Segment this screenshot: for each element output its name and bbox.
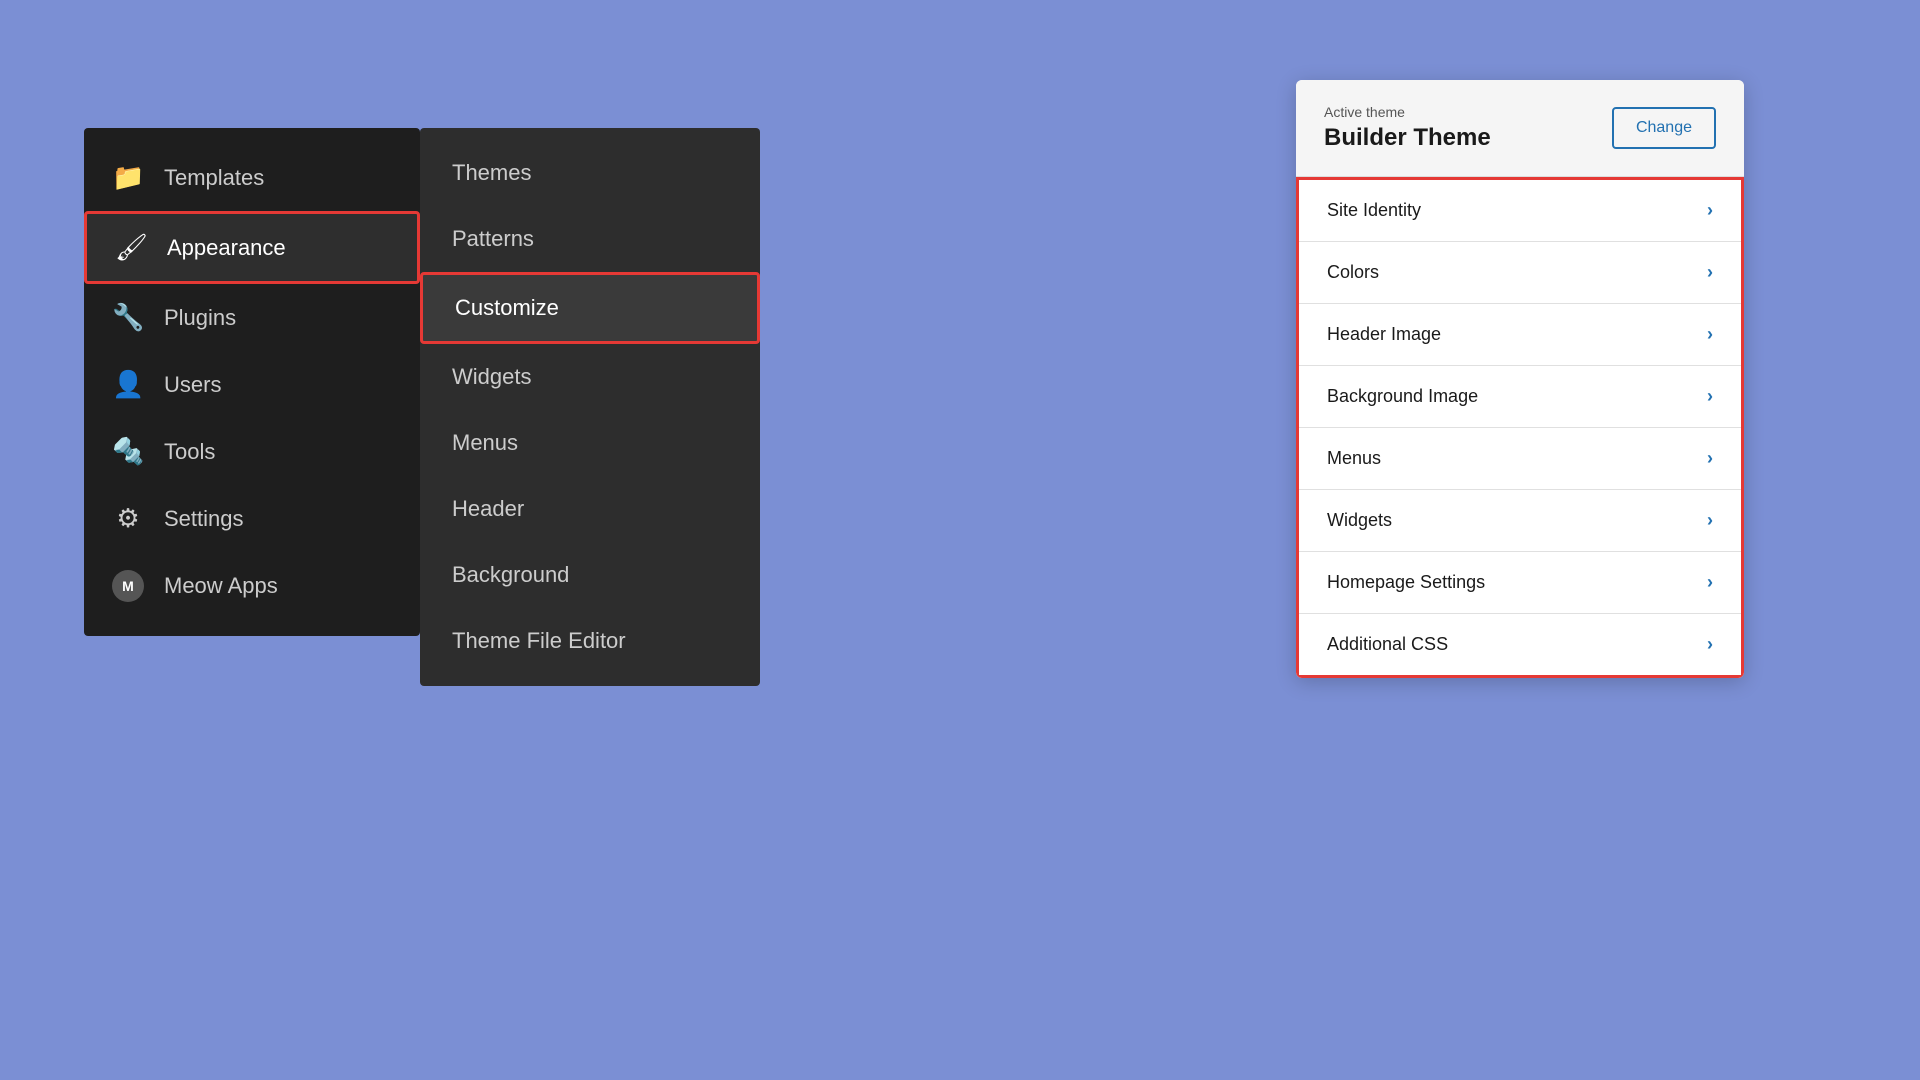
sidebar-label-users: Users — [164, 372, 221, 398]
customize-item-additional-css[interactable]: Additional CSS › — [1299, 614, 1741, 675]
sidebar-item-tools[interactable]: 🔩 Tools — [84, 418, 420, 485]
sidebar: 📁 Templates 🖌 Appearance 🔧 Plugins 👤 Use… — [84, 128, 420, 636]
submenu-label-theme-file-editor: Theme File Editor — [452, 628, 626, 653]
customize-item-homepage-settings[interactable]: Homepage Settings › — [1299, 552, 1741, 614]
active-theme-text: Active theme Builder Theme — [1324, 104, 1491, 152]
templates-icon: 📁 — [112, 162, 144, 193]
sidebar-label-meow-apps: Meow Apps — [164, 573, 278, 599]
sidebar-label-tools: Tools — [164, 439, 215, 465]
appearance-submenu: Themes Patterns Customize Widgets Menus … — [420, 128, 760, 686]
customize-label-colors: Colors — [1327, 262, 1379, 283]
active-theme-section: Active theme Builder Theme Change — [1296, 80, 1744, 177]
customize-label-additional-css: Additional CSS — [1327, 634, 1448, 655]
chevron-right-icon: › — [1707, 324, 1713, 345]
sidebar-item-settings[interactable]: ⚙ Settings — [84, 485, 420, 552]
sidebar-label-appearance: Appearance — [167, 235, 286, 261]
customize-label-widgets: Widgets — [1327, 510, 1392, 531]
submenu-label-patterns: Patterns — [452, 226, 534, 251]
users-icon: 👤 — [112, 369, 144, 400]
active-theme-label: Active theme — [1324, 104, 1491, 120]
submenu-item-background[interactable]: Background — [420, 542, 760, 608]
chevron-right-icon: › — [1707, 572, 1713, 593]
change-theme-button[interactable]: Change — [1612, 107, 1716, 149]
theme-name: Builder Theme — [1324, 124, 1491, 152]
customize-item-widgets[interactable]: Widgets › — [1299, 490, 1741, 552]
customize-item-colors[interactable]: Colors › — [1299, 242, 1741, 304]
submenu-label-header: Header — [452, 496, 524, 521]
customize-item-header-image[interactable]: Header Image › — [1299, 304, 1741, 366]
customize-item-menus[interactable]: Menus › — [1299, 428, 1741, 490]
customize-item-site-identity[interactable]: Site Identity › — [1299, 180, 1741, 242]
sidebar-label-settings: Settings — [164, 506, 244, 532]
submenu-label-customize: Customize — [455, 295, 559, 320]
sidebar-item-users[interactable]: 👤 Users — [84, 351, 420, 418]
submenu-item-menus[interactable]: Menus — [420, 410, 760, 476]
sidebar-item-templates[interactable]: 📁 Templates — [84, 144, 420, 211]
sidebar-label-templates: Templates — [164, 165, 264, 191]
chevron-right-icon: › — [1707, 262, 1713, 283]
tools-icon: 🔩 — [112, 436, 144, 467]
sidebar-item-meow-apps[interactable]: M Meow Apps — [84, 552, 420, 620]
customize-list: Site Identity › Colors › Header Image › … — [1296, 177, 1744, 678]
submenu-item-customize[interactable]: Customize — [420, 272, 760, 344]
chevron-right-icon: › — [1707, 448, 1713, 469]
customize-label-site-identity: Site Identity — [1327, 200, 1421, 221]
submenu-item-themes[interactable]: Themes — [420, 140, 760, 206]
appearance-icon: 🖌 — [115, 232, 147, 263]
submenu-label-menus: Menus — [452, 430, 518, 455]
settings-icon: ⚙ — [112, 503, 144, 534]
meow-apps-icon: M — [112, 570, 144, 602]
customize-label-menus: Menus — [1327, 448, 1381, 469]
submenu-label-themes: Themes — [452, 160, 531, 185]
submenu-label-background: Background — [452, 562, 569, 587]
chevron-right-icon: › — [1707, 634, 1713, 655]
sidebar-label-plugins: Plugins — [164, 305, 236, 331]
submenu-item-widgets[interactable]: Widgets — [420, 344, 760, 410]
chevron-right-icon: › — [1707, 510, 1713, 531]
right-panel: Active theme Builder Theme Change Site I… — [1296, 80, 1744, 678]
submenu-item-header[interactable]: Header — [420, 476, 760, 542]
customize-label-background-image: Background Image — [1327, 386, 1478, 407]
sidebar-item-appearance[interactable]: 🖌 Appearance — [84, 211, 420, 284]
chevron-right-icon: › — [1707, 386, 1713, 407]
chevron-right-icon: › — [1707, 200, 1713, 221]
sidebar-item-plugins[interactable]: 🔧 Plugins — [84, 284, 420, 351]
plugins-icon: 🔧 — [112, 302, 144, 333]
customize-item-background-image[interactable]: Background Image › — [1299, 366, 1741, 428]
submenu-label-widgets: Widgets — [452, 364, 531, 389]
submenu-item-theme-file-editor[interactable]: Theme File Editor — [420, 608, 760, 674]
customize-label-homepage-settings: Homepage Settings — [1327, 572, 1485, 593]
submenu-item-patterns[interactable]: Patterns — [420, 206, 760, 272]
customize-label-header-image: Header Image — [1327, 324, 1441, 345]
